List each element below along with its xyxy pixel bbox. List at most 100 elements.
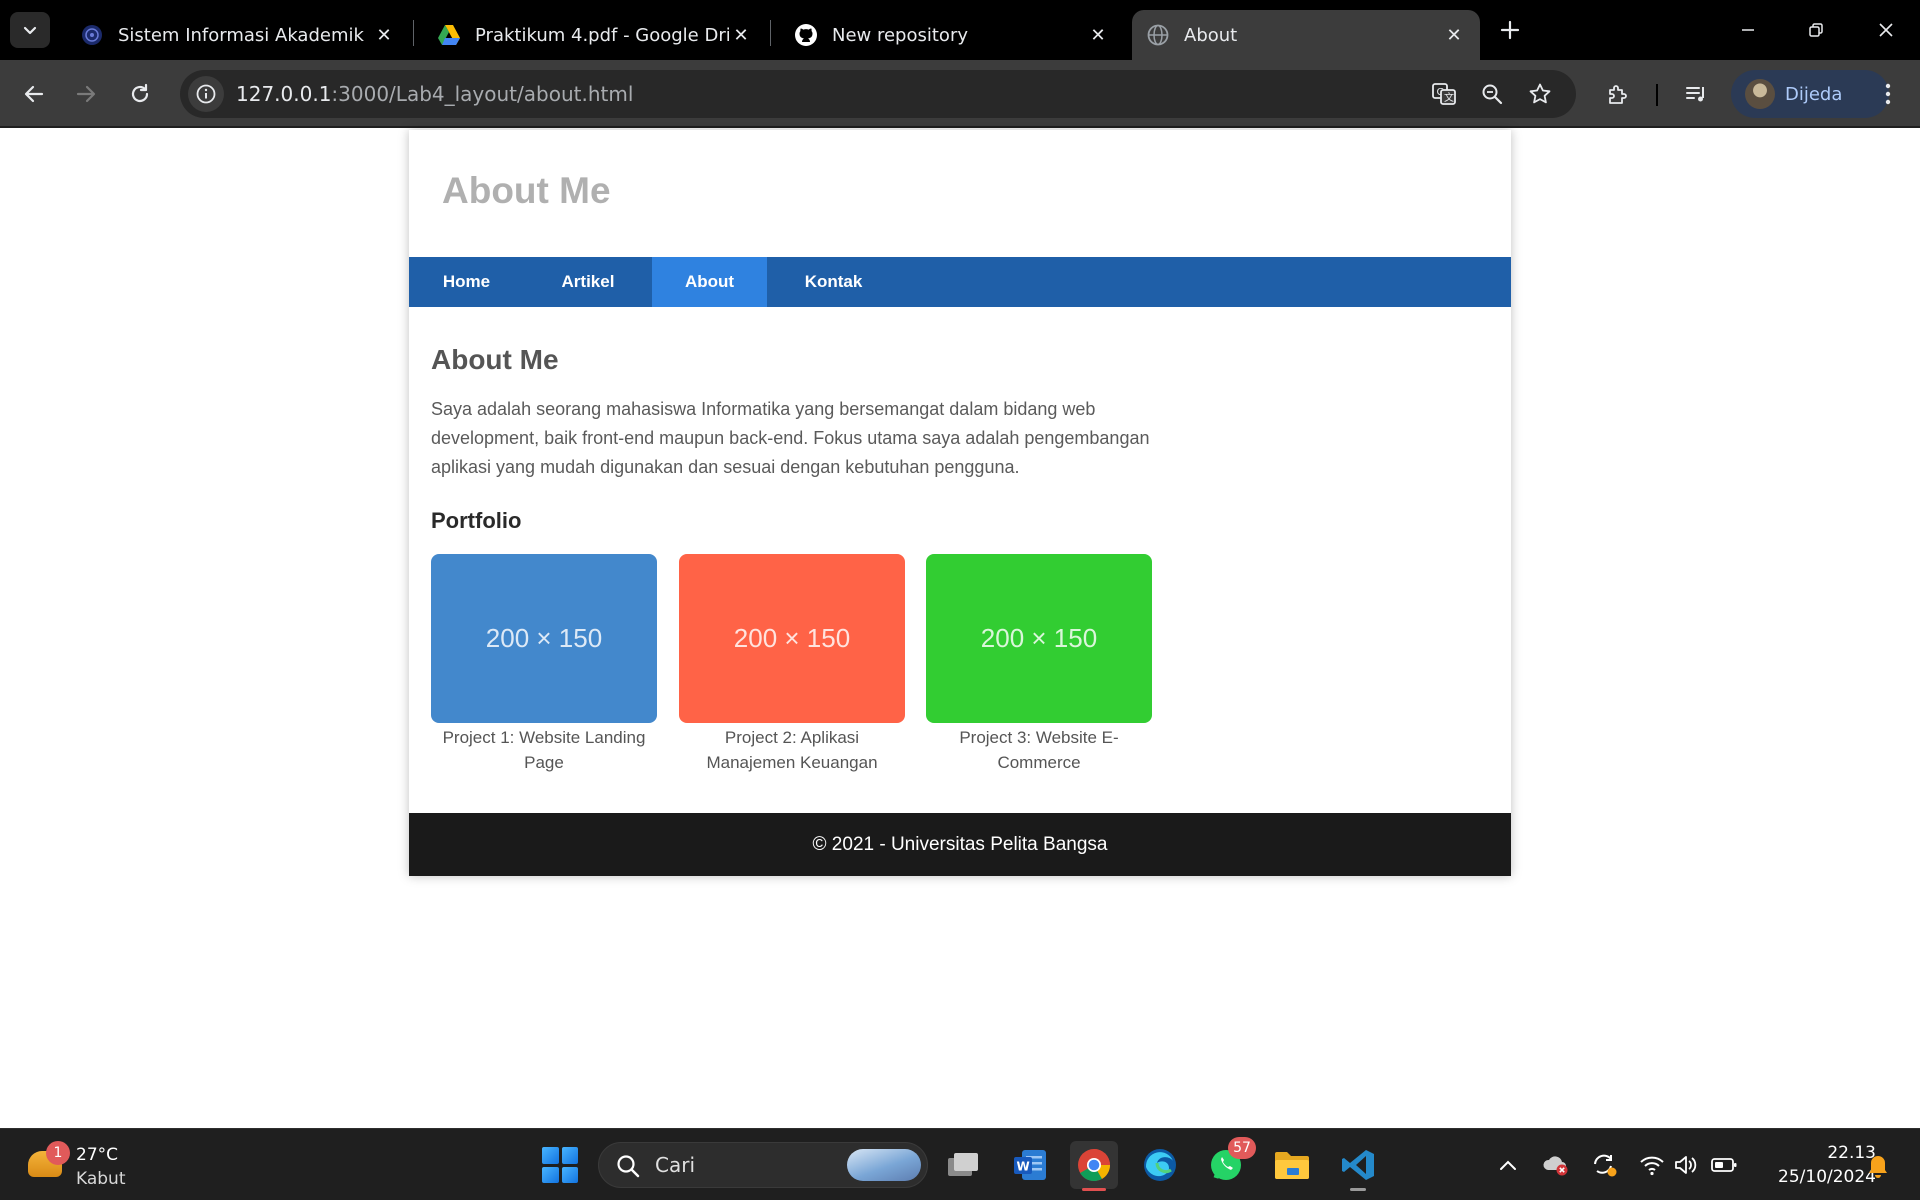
profile-button[interactable]: Dijeda (1731, 70, 1889, 118)
minimize-icon (1742, 29, 1754, 31)
site-footer: © 2021 - Universitas Pelita Bangsa (409, 813, 1511, 876)
whatsapp-unread-badge: 57 (1228, 1137, 1256, 1159)
active-indicator (1082, 1188, 1106, 1191)
tab-sistem-informasi[interactable]: Sistem Informasi Akademik ✕ (66, 10, 410, 60)
edge-app-button[interactable] (1136, 1141, 1184, 1189)
toolbar-divider (1656, 84, 1658, 106)
svg-text:文: 文 (1444, 91, 1454, 104)
browser-menu-button[interactable] (1870, 74, 1906, 114)
reload-button[interactable] (120, 74, 160, 114)
tab-separator (770, 20, 771, 46)
tab-about[interactable]: About ✕ (1132, 10, 1480, 60)
browser-tab-strip: Sistem Informasi Akademik ✕ Praktikum 4.… (0, 0, 1920, 60)
minimize-button[interactable] (1728, 12, 1768, 48)
clock-time: 22.13 (1827, 1143, 1876, 1163)
search-icon (617, 1155, 640, 1178)
tab-title: About (1184, 24, 1238, 46)
project-card: 200 × 150 Project 3: Website E-Commerce (926, 554, 1152, 775)
close-tab-icon[interactable]: ✕ (1086, 23, 1110, 47)
address-bar[interactable]: 127.0.0.1:3000/Lab4_layout/about.html G文 (180, 70, 1576, 118)
taskbar-search[interactable]: Cari (598, 1142, 928, 1188)
tab-separator (413, 20, 414, 46)
site-title: About Me (442, 170, 611, 211)
nav-home[interactable]: Home (409, 257, 524, 307)
weather-temperature: 27°C (76, 1145, 119, 1165)
show-hidden-icons-chevron-up-icon[interactable] (1494, 1151, 1522, 1179)
close-tab-icon[interactable]: ✕ (1442, 23, 1466, 47)
nav-about[interactable]: About (652, 257, 767, 307)
weather-widget[interactable]: 1 27°C Kabut (24, 1139, 144, 1191)
chevron-down-icon (23, 26, 37, 35)
globe-icon (1146, 23, 1170, 47)
volume-icon[interactable] (1672, 1151, 1700, 1179)
notification-bell-icon[interactable] (1864, 1151, 1892, 1179)
media-control-icon[interactable] (1676, 74, 1716, 114)
browser-toolbar: 127.0.0.1:3000/Lab4_layout/about.html G文… (0, 60, 1920, 128)
vscode-app-button[interactable] (1334, 1141, 1382, 1191)
windows-taskbar: 1 27°C Kabut Cari W 57 22.13 25/10/2024 (0, 1128, 1920, 1200)
wifi-icon[interactable] (1638, 1151, 1666, 1179)
new-tab-button[interactable] (1494, 14, 1526, 46)
close-window-button[interactable] (1866, 12, 1906, 48)
url-text[interactable]: 127.0.0.1:3000/Lab4_layout/about.html (236, 70, 633, 118)
tab-google-drive[interactable]: Praktikum 4.pdf - Google Drive ✕ (423, 10, 767, 60)
weather-badge: 1 (46, 1141, 70, 1165)
weather-condition: Kabut (76, 1169, 126, 1189)
reload-icon (131, 83, 149, 103)
tab-github[interactable]: New repository ✕ (780, 10, 1124, 60)
search-placeholder: Cari (655, 1153, 695, 1177)
arrow-left-icon (24, 85, 44, 103)
url-path: :3000/Lab4_layout/about.html (331, 82, 634, 106)
profile-name: Dijeda (1785, 83, 1843, 105)
system-clock[interactable]: 22.13 25/10/2024 (1760, 1141, 1876, 1189)
back-button[interactable] (14, 74, 54, 114)
extensions-icon[interactable] (1598, 74, 1638, 114)
project-caption: Project 3: Website E-Commerce (959, 728, 1119, 772)
task-view-button[interactable] (940, 1141, 988, 1189)
project-card: 200 × 150 Project 2: Aplikasi Manajemen … (679, 554, 905, 775)
folder-icon (1275, 1152, 1309, 1179)
tab-title: New repository (832, 24, 969, 46)
translate-icon[interactable]: G文 (1426, 76, 1462, 112)
page-viewport: About Me Home Artikel About Kontak About… (0, 130, 1920, 1128)
tab-title: Sistem Informasi Akademik (118, 24, 364, 46)
start-button[interactable] (542, 1147, 578, 1183)
edge-icon (1144, 1149, 1176, 1181)
more-vertical-icon (1885, 83, 1891, 105)
chrome-icon (1078, 1149, 1110, 1182)
restore-button[interactable] (1796, 12, 1836, 48)
file-explorer-button[interactable] (1268, 1141, 1316, 1189)
page-heading: About Me (431, 344, 559, 375)
plus-icon (1500, 20, 1520, 40)
restore-icon (1809, 23, 1823, 37)
site-container: About Me Home Artikel About Kontak About… (409, 130, 1511, 876)
close-tab-icon[interactable]: ✕ (372, 23, 396, 47)
arrow-right-icon (76, 85, 96, 103)
bookmark-star-icon[interactable] (1522, 76, 1558, 112)
chrome-app-button[interactable] (1070, 1141, 1118, 1191)
close-icon (1879, 23, 1893, 37)
forward-button[interactable] (66, 74, 106, 114)
zoom-icon[interactable] (1474, 76, 1510, 112)
project-caption: Project 1: Website Landing Page (442, 728, 646, 772)
about-paragraph: Saya adalah seorang mahasiswa Informatik… (431, 399, 1150, 477)
battery-icon[interactable] (1710, 1151, 1738, 1179)
project-caption: Project 2: Aplikasi Manajemen Keuangan (706, 728, 878, 772)
university-favicon-icon (80, 23, 104, 47)
onedrive-error-icon[interactable] (1542, 1151, 1570, 1179)
sync-status-icon[interactable] (1590, 1151, 1618, 1179)
nav-kontak[interactable]: Kontak (767, 257, 900, 307)
close-tab-icon[interactable]: ✕ (729, 23, 753, 47)
svg-text:W: W (1017, 1160, 1030, 1174)
site-info-icon[interactable] (188, 76, 224, 112)
avatar (1745, 79, 1775, 109)
google-drive-icon (437, 23, 461, 47)
project-thumbnail: 200 × 150 (926, 554, 1152, 723)
tab-title: Praktikum 4.pdf - Google Drive (475, 24, 729, 46)
word-app-button[interactable]: W (1006, 1141, 1054, 1189)
nav-artikel[interactable]: Artikel (524, 257, 652, 307)
tab-search-button[interactable] (10, 12, 50, 48)
whatsapp-app-button[interactable]: 57 (1202, 1137, 1256, 1189)
vscode-icon (1342, 1150, 1374, 1180)
word-icon: W (1014, 1150, 1046, 1180)
